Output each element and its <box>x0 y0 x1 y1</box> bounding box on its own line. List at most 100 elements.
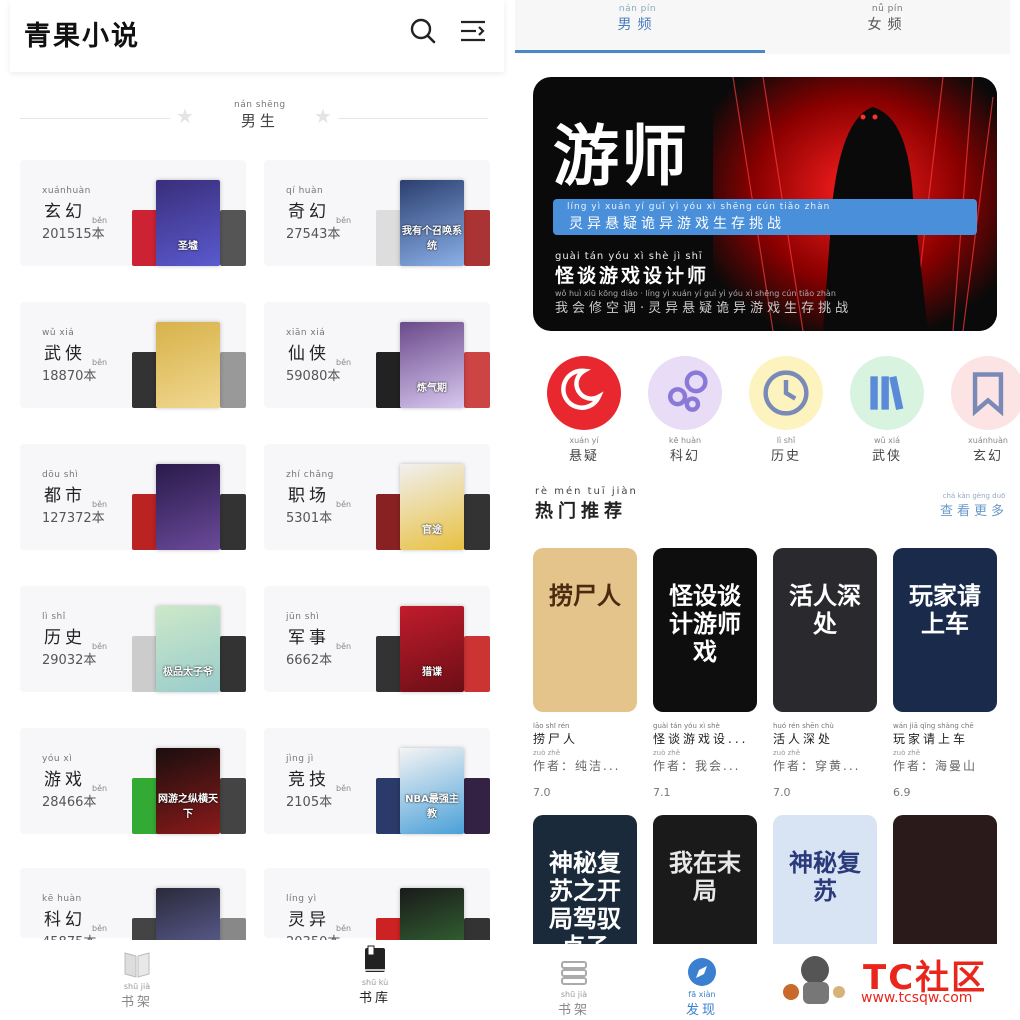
genre-button[interactable]: xuán yí 悬疑 <box>547 356 621 464</box>
category-card[interactable]: lì shǐ 历史 běn 29032本 极品太子爷 <box>20 586 246 692</box>
category-card[interactable]: yóu xì 游戏 běn 28466本 网游之纵横天下 <box>20 728 246 834</box>
category-count: 29032本 <box>42 653 97 668</box>
cover-title: 网游之纵横天下 <box>158 794 218 820</box>
section-title-text: 男生 <box>240 112 279 130</box>
category-card[interactable]: qí huàn 奇幻 běn 27543本 我有个召唤系统 <box>264 160 490 266</box>
genre-label: 历史 <box>770 449 801 464</box>
view-more-label: 查看更多 <box>939 504 1008 519</box>
cover-title: 极品太子爷 <box>163 667 213 678</box>
genre-button[interactable]: lì shǐ 历史 <box>749 356 823 464</box>
book-cover: 网游之纵横天下 <box>156 748 220 834</box>
category-pinyin: xuánhuàn <box>42 186 91 196</box>
book-card[interactable] <box>893 815 997 945</box>
banner-tag-chip: líng yì xuán yí guǐ yì yóu xì shēng cún … <box>553 199 977 235</box>
category-card[interactable]: xiān xiá 仙侠 běn 59080本 炼气期 <box>264 302 490 408</box>
category-card[interactable]: dōu shì 都市 běn 127372本 <box>20 444 246 550</box>
genre-pinyin: kē huàn <box>668 436 702 445</box>
genre-button[interactable]: wǔ xiá 武侠 <box>850 356 924 464</box>
book-score: 7.1 <box>653 786 671 799</box>
hot-section-header: rè mén tuī jiàn 热门推荐 <box>535 486 638 523</box>
book-title: 玩家请上车 <box>893 732 969 746</box>
book-cover <box>376 636 402 692</box>
tab-male[interactable]: nán pín 男频 <box>515 4 760 34</box>
category-name: 科幻 <box>44 910 86 930</box>
menu-collapse-icon[interactable] <box>458 16 488 46</box>
book-card[interactable]: 我在末局 <box>653 815 757 945</box>
category-card[interactable]: zhí chǎng 职场 běn 5301本 官途 <box>264 444 490 550</box>
nav-bookshelf-label: 书架 <box>557 1003 590 1018</box>
view-more-pinyin: chá kàn gèng duō <box>942 492 1006 500</box>
book-score: 7.0 <box>773 786 791 799</box>
library-pane: 青果小说 ★ nán shēng 男生 ★ xuánhuàn 玄幻 běn 20151… <box>0 0 510 1020</box>
category-card[interactable]: jūn shì 军事 běn 6662本 猎谍 <box>264 586 490 692</box>
library-icon <box>359 944 391 976</box>
genre-label: 玄幻 <box>972 449 1003 464</box>
tab-female-pinyin: nǚ pín <box>871 4 904 14</box>
nav-discover[interactable]: fā xiàn 发现 <box>681 956 723 1018</box>
category-card[interactable]: kē huàn科幻běn45875本 <box>20 868 246 974</box>
category-card[interactable]: xuánhuàn 玄幻 běn 201515本 圣墟 <box>20 160 246 266</box>
cover-title: 炼气期 <box>417 383 447 394</box>
book-cover-title: 我在末局 <box>669 849 741 905</box>
category-pinyin: dōu shì <box>42 470 79 480</box>
compass-icon <box>686 956 718 988</box>
book-cover-title: 捞尸人 <box>549 582 621 610</box>
nav-bookshelf[interactable]: shū jià 书架 <box>112 948 162 1010</box>
genre-button[interactable]: kē huàn 科幻 <box>648 356 722 464</box>
category-card[interactable]: wǔ xiá 武侠 běn 18870本 <box>20 302 246 408</box>
search-icon[interactable] <box>408 16 438 46</box>
hot-title: 热门推荐 <box>535 501 627 522</box>
bottom-nav: shū jià 书架 fā xiàn 发现 TC社区 www.tcsqw.com <box>515 944 1020 1020</box>
gender-tabs: nán pín 男频 nǚ pín 女频 <box>515 0 1010 54</box>
book-cover <box>464 636 490 692</box>
nav-bookshelf[interactable]: shū jià 书架 <box>553 956 595 1018</box>
category-name: 竞技 <box>288 770 330 790</box>
cover-stack: 官途 <box>376 464 490 550</box>
book-author: 作者：纯洁... <box>533 759 621 773</box>
book-cover <box>156 464 220 550</box>
book-card[interactable]: 捞尸人 lāo shī rén 捞尸人 zuò zhě 作者：纯洁... 7.0 <box>533 548 637 799</box>
books-icon <box>850 356 924 430</box>
book-cover: 猎谍 <box>400 606 464 692</box>
featured-banner[interactable]: 游师 líng yì xuán yí guǐ yì yóu xì shēng c… <box>533 77 997 331</box>
book-cover-title: 怪设谈计游师戏 <box>669 582 741 666</box>
category-card[interactable]: jìng jì 竞技 běn 2105本 NBA最强主教 <box>264 728 490 834</box>
book-cover-title: 神秘复苏 <box>789 849 861 905</box>
book-cover <box>464 352 490 408</box>
nav-bookshelf-pinyin: shū jià <box>560 990 588 999</box>
genre-label: 科幻 <box>669 449 700 464</box>
bookshelf-icon <box>558 956 590 988</box>
top-app-bar: 青果小说 <box>10 0 504 72</box>
category-count: 18870本 <box>42 369 97 384</box>
genre-button[interactable]: xuánhuàn 玄幻 <box>951 356 1020 464</box>
book-card[interactable]: 怪设谈计游师戏 guài tán yóu xì shè 怪谈游戏设... zuò zh… <box>653 548 757 799</box>
genre-pinyin: xuán yí <box>569 436 599 445</box>
cover-stack: 极品太子爷 <box>132 606 246 692</box>
book-cover-title: 玩家请上车 <box>909 582 981 638</box>
book-cover: 圣墟 <box>156 180 220 266</box>
book-cover <box>132 352 158 408</box>
nav-library-pinyin: shū kù <box>361 978 389 987</box>
book-cover <box>893 815 997 945</box>
book-score: 6.9 <box>893 786 911 799</box>
category-pinyin: jìng jì <box>286 754 314 764</box>
book-title-pinyin: wán jiā qǐng shàng chē <box>893 722 974 730</box>
book-card[interactable]: 活人深处 huó rén shēn chù 活人深处 zuò zhě 作者：穿黄... 7… <box>773 548 877 799</box>
book-card[interactable]: 神秘复苏之开局驾驭贞子 <box>533 815 637 945</box>
nav-bookshelf-pinyin: shū jià <box>123 982 151 991</box>
cover-stack: NBA最强主教 <box>376 748 490 834</box>
category-count: 2105本 <box>286 795 333 810</box>
cover-title: 圣墟 <box>178 241 198 252</box>
view-more-link[interactable]: chá kàn gèng duō 查看更多 <box>940 492 1008 519</box>
nav-library[interactable]: shū kù 书库 <box>350 944 400 1006</box>
book-cover: 神秘复苏 <box>773 815 877 945</box>
book-card[interactable]: 神秘复苏 <box>773 815 877 945</box>
category-name: 历史 <box>44 628 86 648</box>
category-card[interactable]: líng yì灵异běn20350本天师 <box>264 868 490 974</box>
tab-female[interactable]: nǚ pín 女频 <box>765 4 1010 34</box>
book-score: 7.0 <box>533 786 551 799</box>
book-cover <box>464 210 490 266</box>
book-author: 作者：我会... <box>653 759 741 773</box>
star-icon: ★ <box>314 104 332 128</box>
book-card[interactable]: 玩家请上车 wán jiā qǐng shàng chē 玩家请上车 zuò zhě 作… <box>893 548 997 799</box>
